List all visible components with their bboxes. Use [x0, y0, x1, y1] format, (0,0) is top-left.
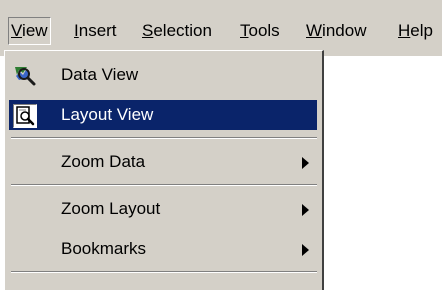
menu-item-data-view[interactable]: Data View — [9, 60, 317, 90]
menu-help[interactable]: Help — [398, 20, 433, 42]
view-dropdown-menu: Data View Layout View Zoom Data Zoom Lay… — [4, 50, 324, 290]
menu-item-label: Layout View — [61, 105, 154, 124]
menu-view[interactable]: View — [8, 17, 51, 45]
menu-item-bookmarks[interactable]: Bookmarks — [9, 234, 317, 264]
menu-separator — [11, 184, 317, 186]
menu-item-zoom-layout[interactable]: Zoom Layout — [9, 194, 317, 224]
menu-item-label: Bookmarks — [61, 239, 147, 258]
menu-item-zoom-data[interactable]: Zoom Data — [9, 147, 317, 177]
menu-item-layout-view[interactable]: Layout View — [9, 100, 317, 130]
menu-separator — [11, 137, 317, 139]
menu-selection[interactable]: Selection — [142, 20, 212, 42]
layout-view-icon — [13, 104, 37, 128]
submenu-arrow-icon — [302, 204, 309, 216]
submenu-arrow-icon — [302, 244, 309, 256]
menu-item-label: Zoom Data — [61, 152, 146, 171]
menu-insert[interactable]: Insert — [74, 20, 117, 42]
data-view-icon — [13, 64, 37, 88]
menu-window[interactable]: Window — [306, 20, 366, 42]
menu-tools[interactable]: Tools — [240, 20, 280, 42]
submenu-arrow-icon — [302, 157, 309, 169]
menu-item-label: Zoom Layout — [61, 199, 161, 218]
menu-bar: View Insert Selection Tools Window Help — [0, 0, 442, 56]
menu-item-label: Data View — [61, 65, 139, 84]
